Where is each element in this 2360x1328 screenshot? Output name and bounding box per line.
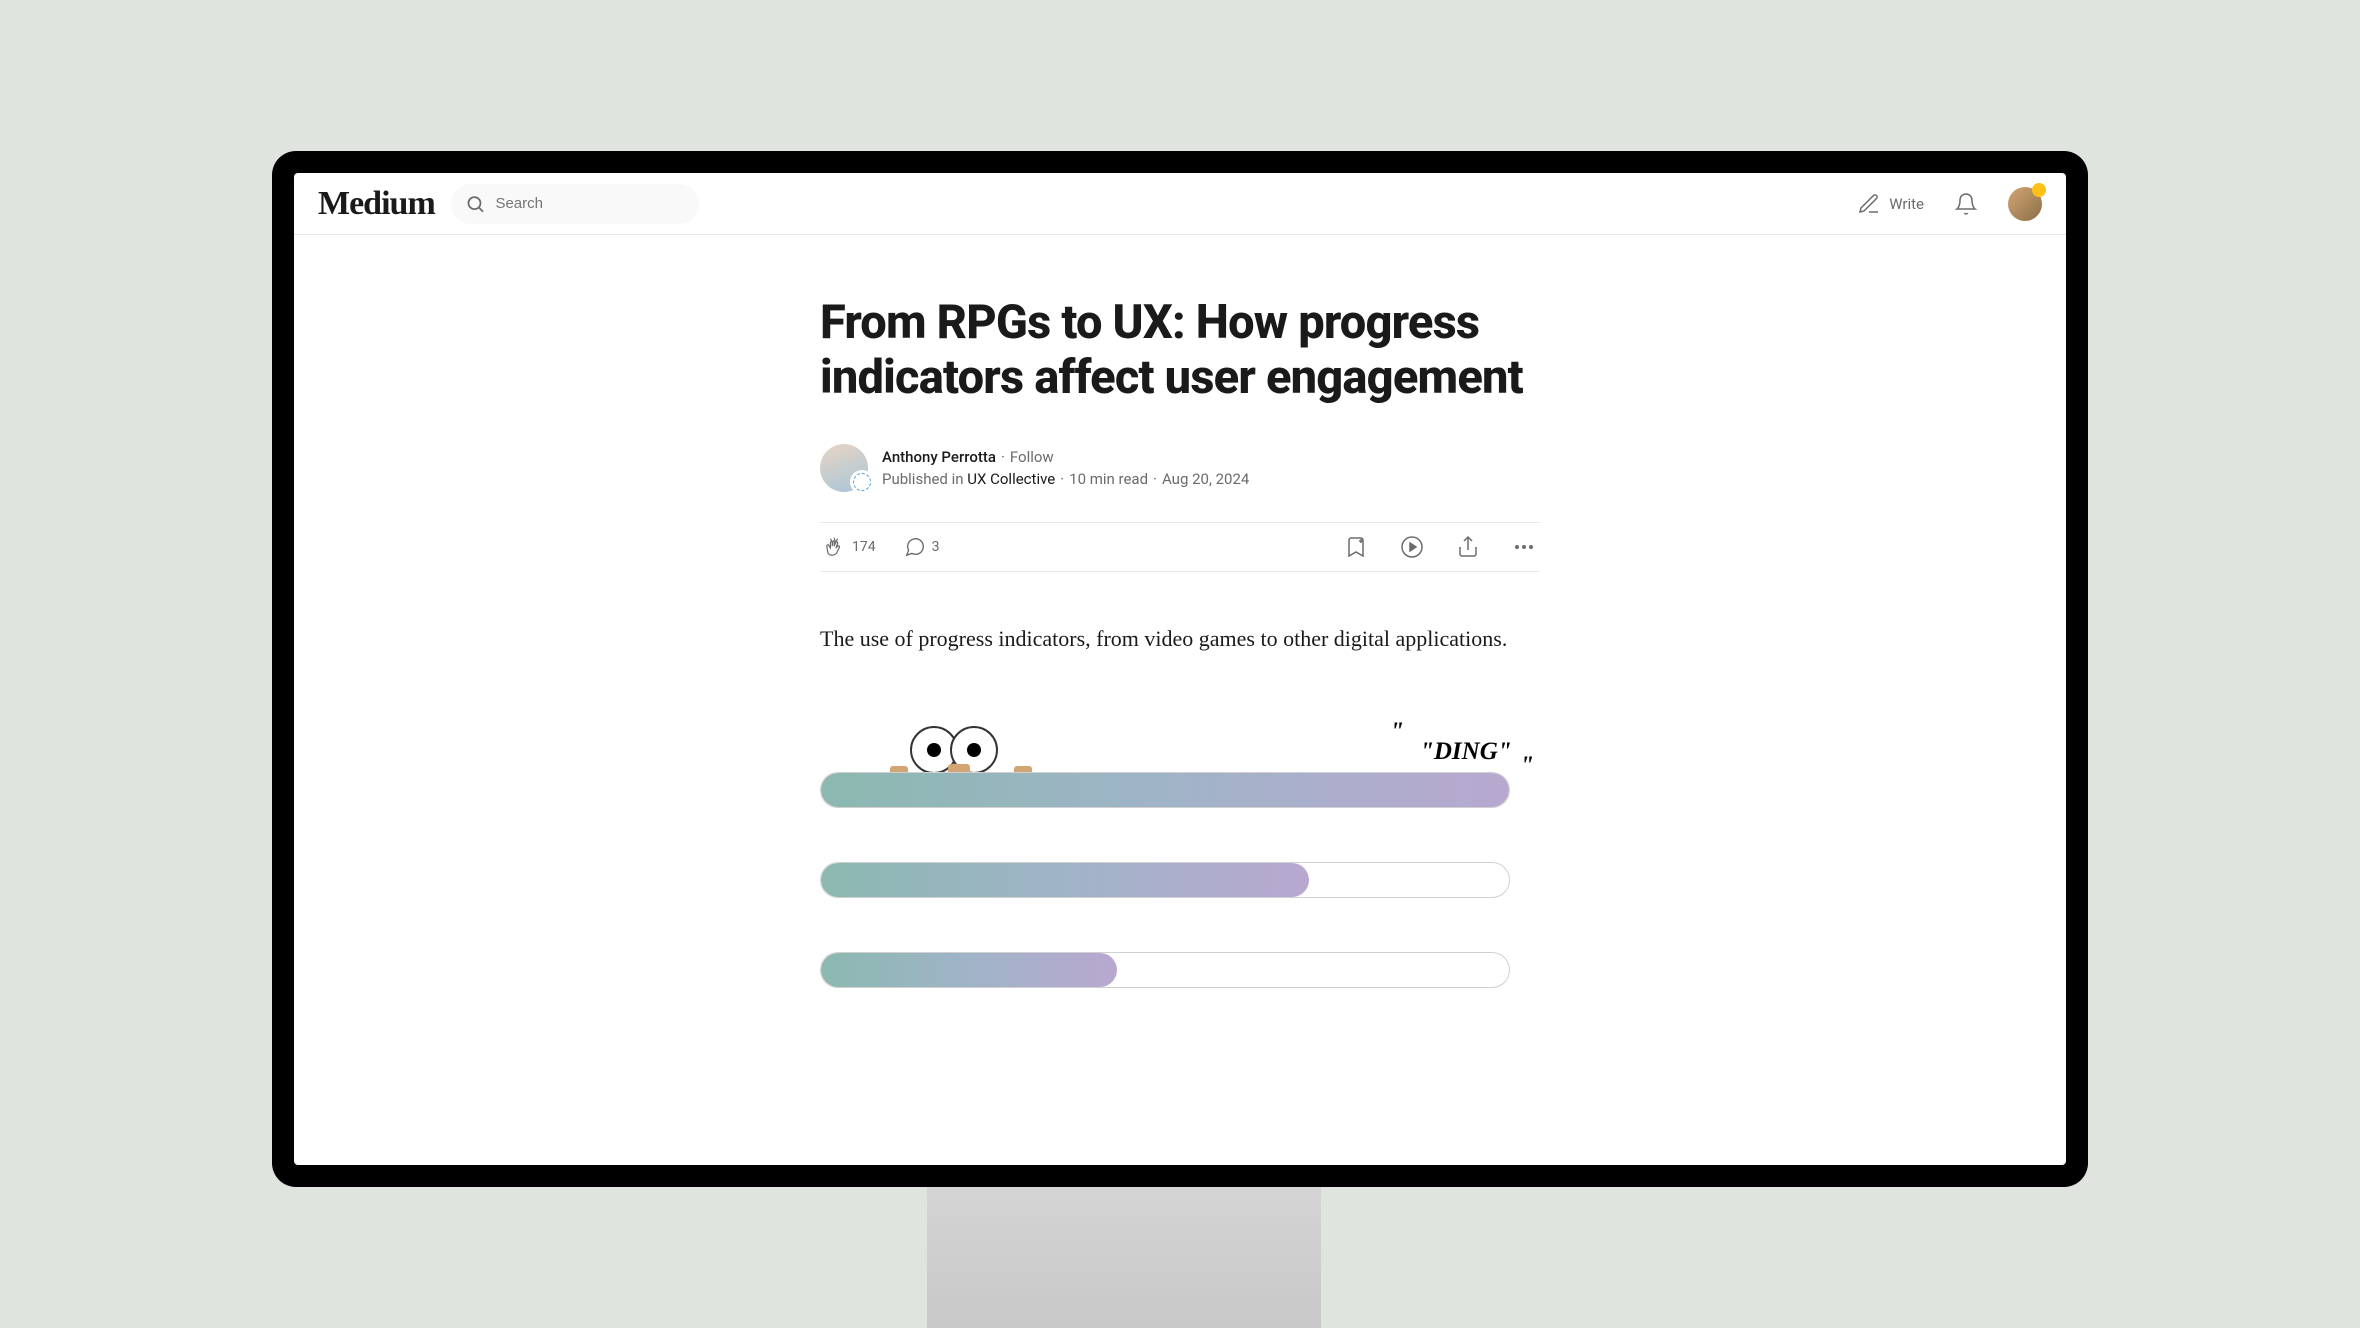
article-lead: The use of progress indicators, from vid… <box>820 622 1540 656</box>
bookmark-icon[interactable] <box>1344 535 1368 559</box>
user-avatar[interactable] <box>2008 187 2042 221</box>
progress-bar-3 <box>820 952 1510 988</box>
write-icon <box>1857 192 1881 216</box>
clap-icon <box>824 536 846 558</box>
search-input[interactable] <box>495 195 684 212</box>
byline: Anthony Perrotta·Follow Published in UX … <box>820 444 1540 492</box>
action-bar: 174 3 <box>820 522 1540 572</box>
author-avatar[interactable] <box>820 444 868 492</box>
publication-link[interactable]: UX Collective <box>967 470 1055 488</box>
screen: Medium Write From RPGs to UX: How progre… <box>294 173 2066 1165</box>
read-time: 10 min read <box>1069 470 1148 488</box>
clap-count: 174 <box>852 539 876 555</box>
write-button[interactable]: Write <box>1857 192 1924 216</box>
publish-date: Aug 20, 2024 <box>1162 470 1249 488</box>
site-header: Medium Write <box>294 173 2066 235</box>
article-content: From RPGs to UX: How progress indicators… <box>294 235 2066 1165</box>
monitor-frame: Medium Write From RPGs to UX: How progre… <box>272 151 2088 1187</box>
article-title: From RPGs to UX: How progress indicators… <box>820 295 1540 406</box>
search-box[interactable] <box>451 184 699 224</box>
follow-button[interactable]: Follow <box>1010 448 1054 466</box>
comment-count: 3 <box>932 539 940 555</box>
notifications-icon[interactable] <box>1954 192 1978 216</box>
share-icon[interactable] <box>1456 535 1480 559</box>
monitor-stand <box>927 1187 1321 1328</box>
author-link[interactable]: Anthony Perrotta <box>882 448 996 466</box>
medium-logo[interactable]: Medium <box>318 185 435 223</box>
comment-icon <box>904 536 926 558</box>
search-icon <box>465 192 486 216</box>
member-badge-icon <box>2032 183 2046 197</box>
write-label: Write <box>1889 195 1924 213</box>
published-in-label: Published in <box>882 470 964 488</box>
more-icon[interactable] <box>1512 535 1536 559</box>
comment-button[interactable]: 3 <box>904 536 940 558</box>
hero-illustration: "DING" " " <box>820 712 1540 1032</box>
play-icon[interactable] <box>1400 535 1424 559</box>
clap-button[interactable]: 174 <box>824 536 876 558</box>
ding-text: "DING" <box>1420 738 1512 766</box>
progress-bar-2 <box>820 862 1510 898</box>
progress-bar-1 <box>820 772 1510 808</box>
publication-badge-icon <box>850 470 874 494</box>
